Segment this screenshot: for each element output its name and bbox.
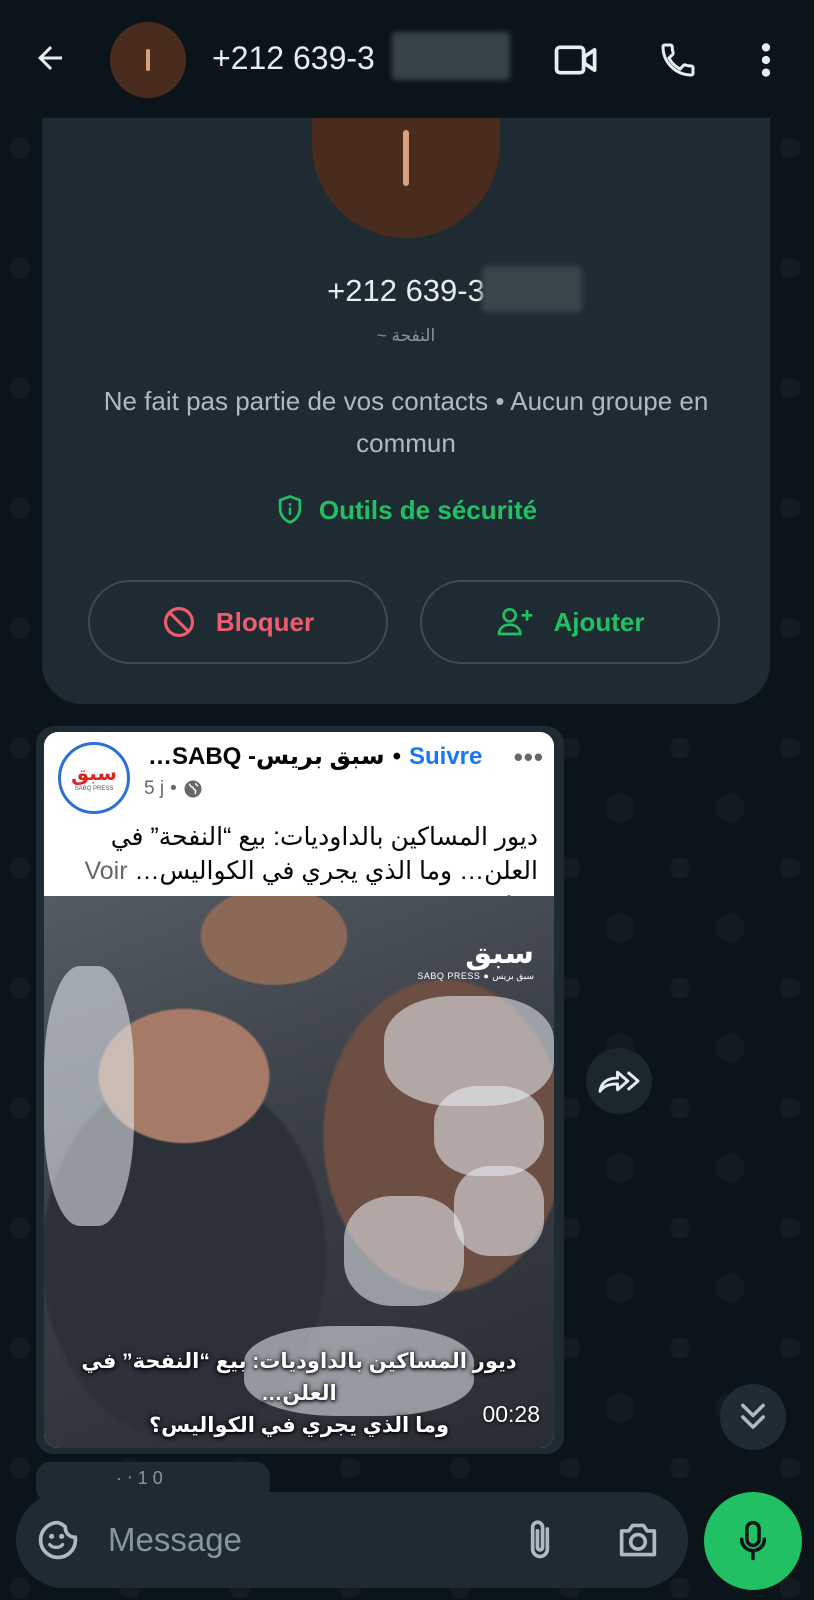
redaction-blur xyxy=(392,32,510,80)
globe-icon xyxy=(184,780,202,798)
post-age: 5 j xyxy=(144,778,165,799)
post-more-icon[interactable]: ••• xyxy=(514,742,544,773)
bag-shape xyxy=(434,1086,544,1176)
contact-push-name: ~ النفحة xyxy=(376,326,436,345)
block-label: Bloquer xyxy=(215,606,315,637)
post-meta: 5 j • xyxy=(144,778,203,800)
post-body: ديور المساكين بالداوديات: بيع “النفحة” ف… xyxy=(110,823,538,885)
page-name[interactable]: …SABQ -سبق بريس xyxy=(148,742,385,771)
video-call-icon[interactable] xyxy=(552,36,600,84)
message-preview: · ‧ 1 0 xyxy=(116,1468,163,1488)
add-contact-button[interactable]: Ajouter xyxy=(420,580,720,664)
separator-dot: • xyxy=(392,742,401,770)
bag-shape xyxy=(454,1166,544,1256)
incoming-message-bubble[interactable]: سبق SABQ PRESS …SABQ -سبق بريس • Suivre … xyxy=(36,726,564,1454)
block-button[interactable]: Bloquer xyxy=(88,580,388,664)
video-duration: 00:28 xyxy=(482,1401,540,1427)
unknown-contact-card: +212 639-3 ~ النفحة Ne fait pas partie d… xyxy=(42,78,770,704)
contact-phone-title[interactable]: +212 639-3 xyxy=(212,40,375,77)
video-watermark: سبق SABQ PRESS ● سبق بريس xyxy=(417,937,534,981)
post-header-row: …SABQ -سبق بريس • Suivre xyxy=(148,742,482,771)
forward-button[interactable] xyxy=(586,1048,652,1114)
block-icon xyxy=(163,606,194,638)
security-tools-link[interactable]: Outils de sécurité xyxy=(42,494,770,526)
chat-header: +212 639-3 xyxy=(0,0,814,118)
bag-shape xyxy=(44,966,134,1226)
post-video-thumbnail[interactable]: سبق SABQ PRESS ● سبق بريس ديور المساكين … xyxy=(44,896,554,1448)
facebook-post-preview[interactable]: سبق SABQ PRESS …SABQ -سبق بريس • Suivre … xyxy=(44,732,554,1448)
bag-shape xyxy=(344,1196,464,1306)
page-logo: سبق SABQ PRESS xyxy=(58,742,130,814)
voice-record-button[interactable] xyxy=(704,1492,802,1590)
attach-icon[interactable] xyxy=(516,1516,564,1564)
contact-description: Ne fait pas partie de vos contacts • Auc… xyxy=(103,386,709,458)
message-input[interactable] xyxy=(108,1512,508,1568)
redaction-blur xyxy=(482,266,582,312)
sticker-icon[interactable] xyxy=(34,1516,82,1564)
message-composer xyxy=(16,1492,688,1588)
more-options-icon[interactable] xyxy=(742,36,790,84)
contact-avatar[interactable] xyxy=(110,22,186,98)
double-chevron-down-icon xyxy=(741,1403,765,1429)
add-person-icon xyxy=(497,608,532,636)
follow-button[interactable]: Suivre xyxy=(409,743,482,771)
security-tools-label: Outils de sécurité xyxy=(318,494,538,525)
shield-icon xyxy=(278,495,302,524)
scroll-to-bottom-button[interactable] xyxy=(720,1384,786,1450)
forward-icon xyxy=(598,1070,640,1093)
back-arrow-icon[interactable] xyxy=(26,34,74,82)
add-contact-label: Ajouter xyxy=(553,606,645,637)
meta-dot: • xyxy=(170,778,177,799)
camera-icon[interactable] xyxy=(614,1516,662,1564)
video-caption: ديور المساكين بالداوديات: بيع “النفحة” ف… xyxy=(81,1350,517,1437)
contact-phone: +212 639-3 xyxy=(327,273,485,308)
microphone-icon xyxy=(739,1520,767,1561)
voice-call-icon[interactable] xyxy=(654,36,702,84)
